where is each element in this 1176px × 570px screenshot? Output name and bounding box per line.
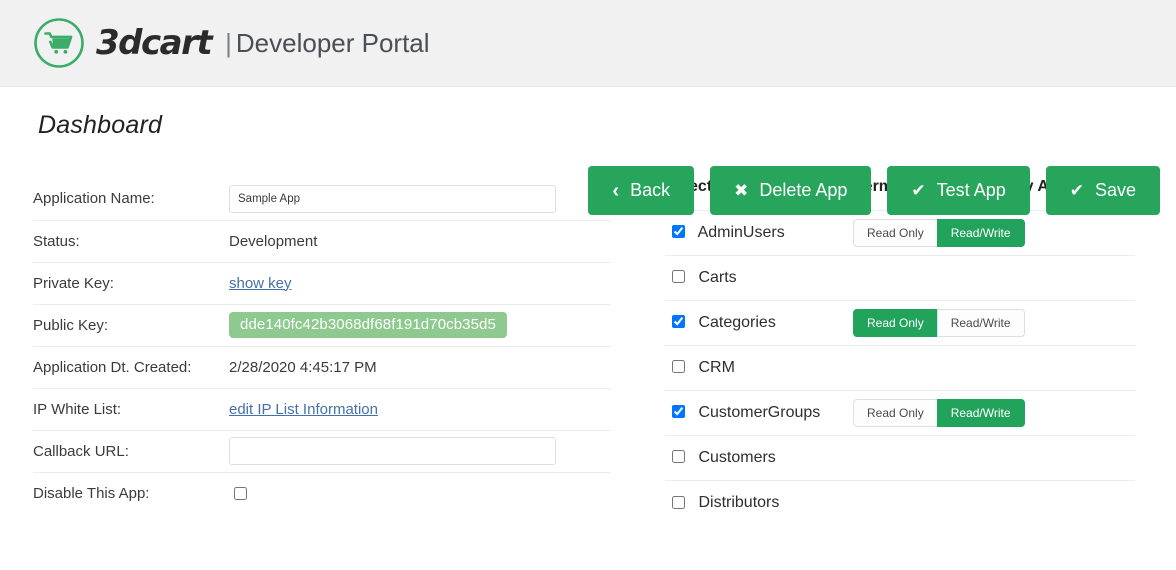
application-name-input[interactable] (229, 184, 556, 213)
table-row: Customers (665, 435, 1135, 481)
brand-wordmark: 3dcart (96, 23, 213, 63)
permission-toggle-categories: Read Only Read/Write (853, 309, 1025, 337)
test-app-button-label: Test App (936, 180, 1006, 200)
table-row: Categories Read Only Read/Write (665, 300, 1135, 346)
module-checkbox-customers[interactable] (672, 450, 685, 464)
content-columns: Application Name: Status: Development Pr… (33, 178, 1143, 526)
read-only-button[interactable]: Read Only (853, 309, 938, 337)
module-checkbox-crm[interactable] (672, 360, 685, 374)
form-row-public-key: Public Key: dde140fc42b3068df68f191d70cb… (33, 303, 611, 346)
module-label-carts: Carts (698, 269, 737, 286)
modules-table: Select Module Permissions Needed by App … (665, 178, 1135, 526)
form-label-ip-white-list: IP White List: (33, 387, 229, 430)
form-row-private-key: Private Key: show key (33, 261, 611, 304)
save-button[interactable]: ✔ Save (1045, 166, 1160, 215)
form-label-status: Status: (33, 219, 229, 262)
save-button-label: Save (1094, 180, 1136, 200)
permission-empty-distributors (853, 480, 1135, 526)
permission-toggle-adminusers: Read Only Read/Write (853, 219, 1025, 247)
form-label-date-created: Application Dt. Created: (33, 345, 229, 388)
module-checkbox-carts[interactable] (672, 270, 685, 284)
application-details-panel: Application Name: Status: Development Pr… (33, 178, 611, 526)
chevron-left-icon: ‹ (612, 179, 620, 202)
check-icon: ✔ (1069, 181, 1084, 200)
form-label-public-key: Public Key: (33, 303, 229, 346)
module-checkbox-categories[interactable] (672, 315, 685, 329)
module-label-crm: CRM (698, 359, 735, 376)
brand-separator: | (225, 28, 232, 58)
permission-empty-crm (853, 345, 1135, 391)
module-checkbox-customergroups[interactable] (672, 405, 685, 419)
read-write-button[interactable]: Read/Write (936, 219, 1025, 247)
form-label-disable-app: Disable This App: (33, 471, 229, 514)
back-button-label: Back (630, 180, 671, 200)
table-row: CustomerGroups Read Only Read/Write (665, 390, 1135, 436)
form-label-application-name: Application Name: (33, 190, 155, 208)
read-only-button[interactable]: Read Only (853, 399, 938, 427)
portal-subtitle-text: Developer Portal (235, 28, 430, 58)
shopping-cart-circle-icon (33, 17, 85, 69)
modules-panel: Select Module Permissions Needed by App … (665, 178, 1135, 526)
form-row-ip-white-list: IP White List: edit IP List Information (33, 387, 611, 430)
module-checkbox-distributors[interactable] (672, 495, 685, 509)
site-header: 3dcart | Developer Portal (0, 0, 1176, 87)
modules-body: AdminUsers Read Only Read/Write Carts Ca… (665, 210, 1135, 526)
form-label-callback-url: Callback URL: (33, 429, 229, 472)
portal-subtitle: | Developer Portal (225, 30, 429, 56)
module-checkbox-adminusers[interactable] (672, 225, 685, 239)
page-title: Dashboard (38, 111, 163, 139)
test-app-button[interactable]: ✔ Test App (887, 166, 1030, 215)
table-row: CRM (665, 345, 1135, 391)
back-button[interactable]: ‹ Back (588, 166, 695, 215)
read-only-button[interactable]: Read Only (853, 219, 938, 247)
table-row: Distributors (665, 480, 1135, 526)
delete-app-button[interactable]: ✖ Delete App (710, 166, 872, 215)
module-label-customergroups: CustomerGroups (698, 404, 821, 421)
application-details-table: Application Name: Status: Development Pr… (33, 178, 611, 514)
permission-toggle-customergroups: Read Only Read/Write (853, 399, 1025, 427)
status-value: Development (229, 219, 611, 262)
form-row-date-created: Application Dt. Created: 2/28/2020 4:45:… (33, 345, 611, 388)
page-body: Dashboard ‹ Back ✖ Delete App ✔ Test App… (0, 111, 1176, 526)
permission-empty-carts (853, 255, 1135, 301)
read-write-button[interactable]: Read/Write (936, 399, 1025, 427)
permission-empty-customers (853, 435, 1135, 481)
brand-logo[interactable]: 3dcart (33, 17, 213, 69)
module-label-categories: Categories (698, 314, 776, 331)
edit-ip-list-link[interactable]: edit IP List Information (229, 401, 378, 418)
module-label-distributors: Distributors (698, 494, 780, 512)
form-row-status: Status: Development (33, 219, 611, 262)
callback-url-input[interactable] (229, 437, 556, 465)
form-value-application-name (229, 178, 611, 220)
close-x-icon: ✖ (734, 181, 749, 200)
date-created-value: 2/28/2020 4:45:17 PM (229, 345, 611, 388)
module-label-adminusers: AdminUsers (697, 224, 785, 241)
form-row-callback-url: Callback URL: (33, 429, 611, 472)
table-row: AdminUsers Read Only Read/Write (665, 210, 1135, 256)
show-key-link[interactable]: show key (229, 275, 292, 292)
form-row-disable-app: Disable This App: (33, 471, 611, 514)
read-write-button[interactable]: Read/Write (936, 309, 1025, 337)
check-icon: ✔ (911, 181, 926, 200)
delete-app-button-label: Delete App (759, 180, 848, 200)
table-row: Carts (665, 255, 1135, 301)
action-buttons: ‹ Back ✖ Delete App ✔ Test App ✔ Save (588, 166, 1160, 215)
disable-app-checkbox[interactable] (234, 487, 247, 501)
public-key-value: dde140fc42b3068df68f191d70cb35d5 (229, 312, 507, 338)
module-label-customers: Customers (698, 449, 776, 466)
form-row-application-name: Application Name: (33, 178, 611, 220)
form-label-private-key: Private Key: (33, 261, 229, 304)
